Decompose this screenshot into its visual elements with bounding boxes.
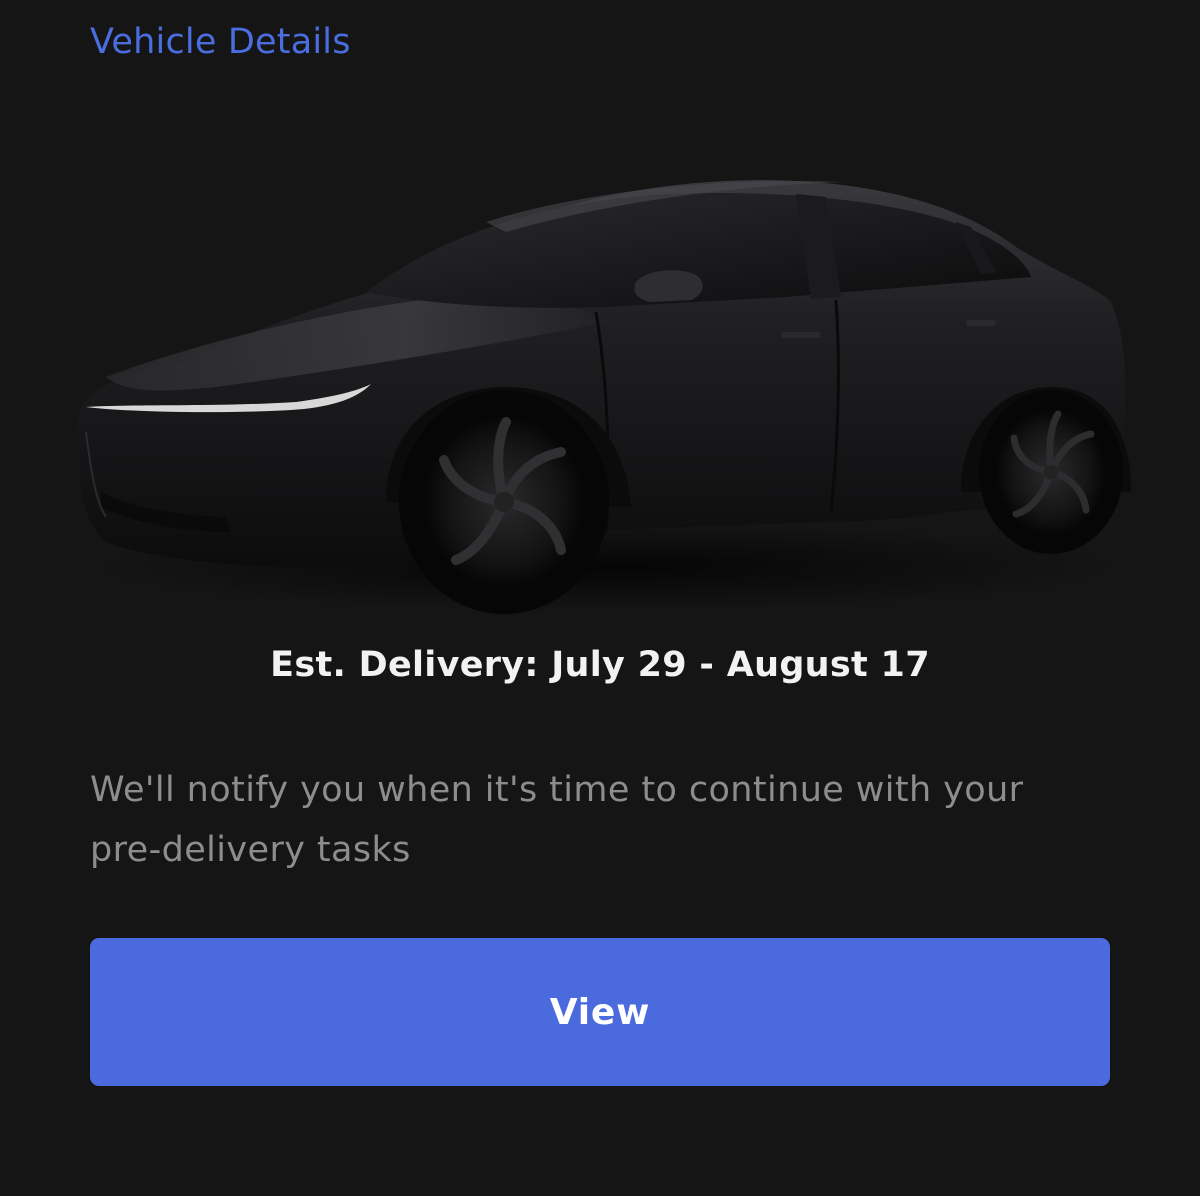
estimated-delivery-text: Est. Delivery: July 29 - August 17 <box>270 645 930 685</box>
car-image <box>76 180 1131 614</box>
order-status-card: Vehicle Details Est. Delivery: July 29 -… <box>0 0 1200 1196</box>
view-button[interactable]: View <box>90 938 1110 1086</box>
notification-message: We'll notify you when it's time to conti… <box>90 770 1024 870</box>
vehicle-details-link[interactable]: Vehicle Details <box>90 22 351 62</box>
